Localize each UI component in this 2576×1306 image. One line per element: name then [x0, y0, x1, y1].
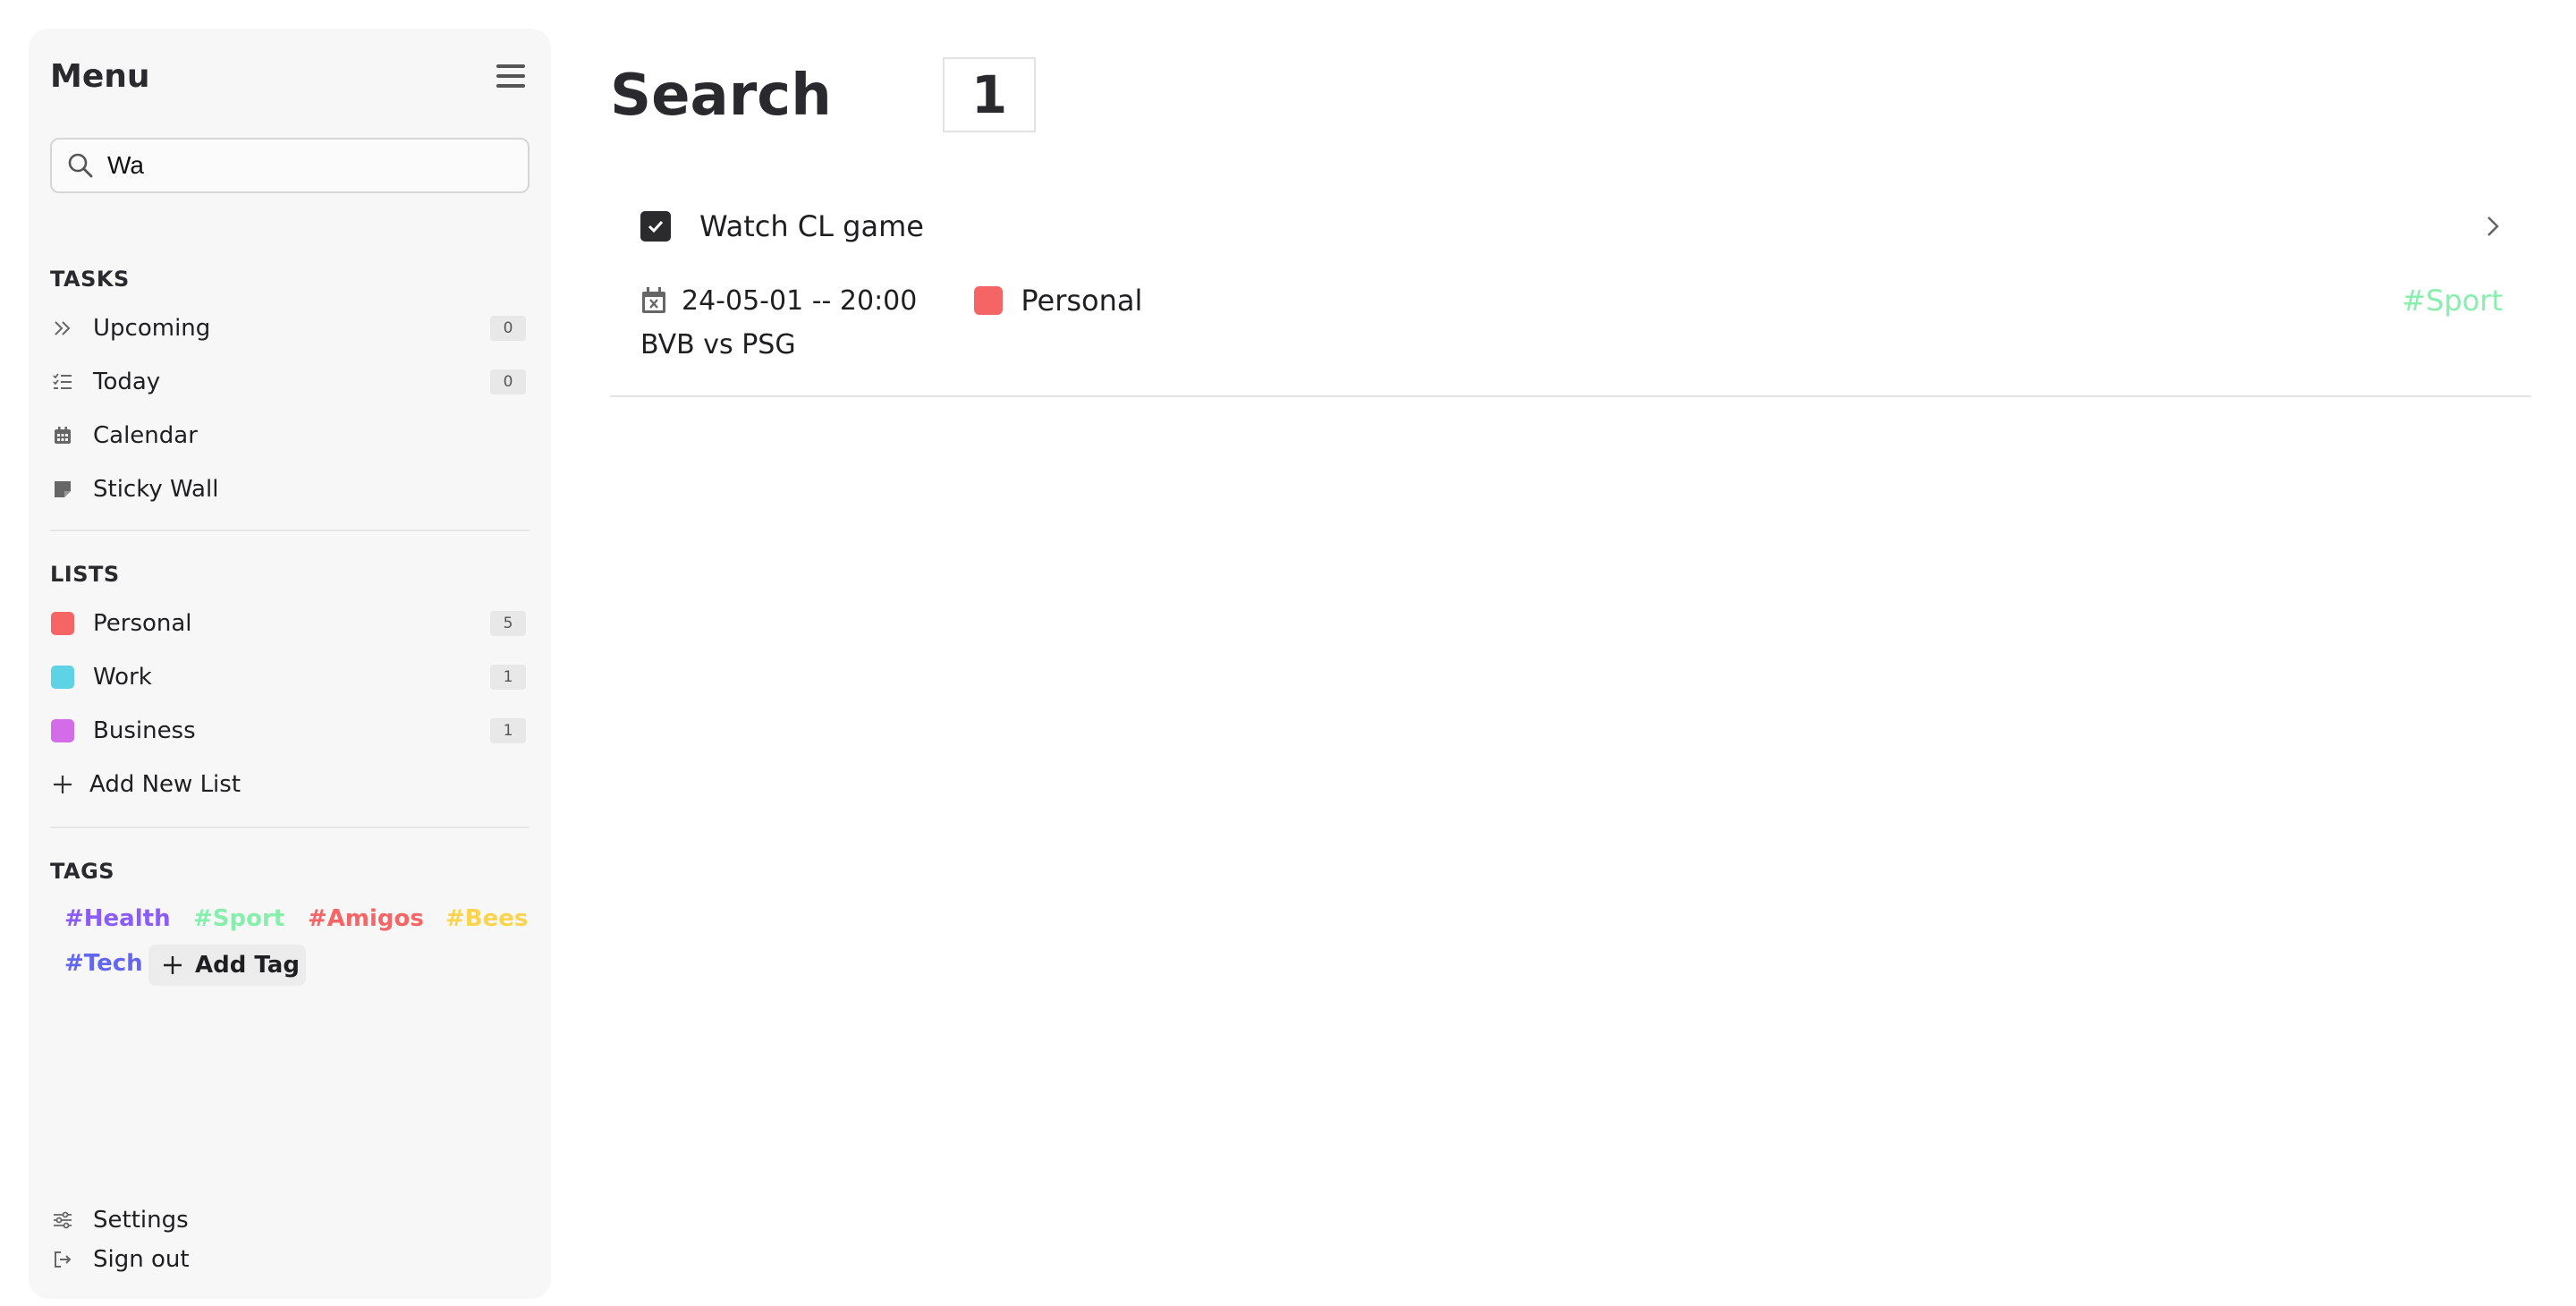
- sign-out-icon: [50, 1247, 75, 1272]
- count-badge: 0: [490, 369, 526, 394]
- tag-bees[interactable]: #Bees: [445, 905, 528, 932]
- sidebar-item-label: Business: [93, 717, 196, 744]
- settings-button[interactable]: Settings: [50, 1202, 189, 1238]
- list-color-dot: [51, 612, 74, 635]
- search-box[interactable]: [50, 138, 530, 193]
- add-tag-button[interactable]: Add Tag: [148, 945, 306, 986]
- task-list-name: Personal: [1021, 284, 1143, 318]
- calendar-x-icon: [642, 287, 665, 313]
- sidebar-item-label: Today: [93, 369, 161, 395]
- count-badge: 1: [490, 665, 526, 690]
- task-due-date: 24-05-01 -- 20:00: [682, 284, 918, 317]
- sidebar-item-label: Upcoming: [93, 315, 211, 342]
- list-color-dot: [51, 666, 74, 689]
- list-color-dot: [974, 286, 1004, 315]
- sidebar-item-personal[interactable]: Personal 5: [50, 601, 530, 646]
- sidebar: Menu TASKS Upcoming 0 Today 0: [29, 29, 551, 1299]
- task-checkbox[interactable]: [640, 211, 671, 242]
- sign-out-button[interactable]: Sign out: [50, 1242, 190, 1277]
- task-title: Watch CL game: [699, 209, 924, 243]
- plus-icon: [50, 772, 75, 797]
- hamburger-menu-icon[interactable]: [494, 62, 528, 90]
- task-row[interactable]: Watch CL game: [610, 184, 2531, 268]
- task-tag[interactable]: #Sport: [2402, 284, 2503, 318]
- divider: [50, 827, 530, 828]
- list-color-dot: [51, 719, 74, 742]
- checklist-icon: [50, 369, 75, 394]
- sidebar-item-upcoming[interactable]: Upcoming 0: [50, 306, 530, 351]
- count-badge: 0: [490, 316, 526, 341]
- add-new-list-button[interactable]: Add New List: [50, 762, 530, 807]
- tag-tech[interactable]: #Tech: [64, 950, 143, 977]
- sidebar-item-label: Personal: [93, 610, 192, 637]
- settings-label: Settings: [93, 1207, 189, 1234]
- sidebar-item-business[interactable]: Business 1: [50, 708, 530, 753]
- divider: [610, 395, 2531, 397]
- double-chevron-right-icon: [50, 316, 75, 341]
- count-badge: 5: [490, 611, 526, 636]
- search-input[interactable]: [107, 151, 501, 180]
- divider: [50, 530, 530, 531]
- tag-amigos[interactable]: #Amigos: [308, 905, 424, 932]
- calendar-icon: [50, 423, 75, 448]
- sidebar-item-work[interactable]: Work 1: [50, 655, 530, 700]
- tag-health[interactable]: #Health: [64, 905, 171, 932]
- chevron-right-icon[interactable]: [2479, 213, 2506, 240]
- sticky-note-icon: [50, 477, 75, 502]
- count-badge: 1: [490, 718, 526, 743]
- sidebar-item-label: Work: [93, 664, 152, 691]
- sign-out-label: Sign out: [93, 1246, 190, 1273]
- page-title: Search: [610, 63, 832, 129]
- search-icon: [68, 153, 93, 178]
- menu-title: Menu: [50, 57, 150, 95]
- sidebar-item-sticky-wall[interactable]: Sticky Wall: [50, 467, 530, 512]
- plus-icon: [164, 956, 182, 974]
- sidebar-item-today[interactable]: Today 0: [50, 360, 530, 404]
- sidebar-item-label: Sticky Wall: [93, 476, 219, 503]
- checkmark-icon: [648, 220, 664, 233]
- sliders-icon: [50, 1208, 75, 1233]
- task-description: BVB vs PSG: [640, 329, 796, 360]
- lists-section-label: LISTS: [50, 562, 120, 587]
- add-tag-label: Add Tag: [195, 952, 300, 979]
- result-count-badge: 1: [943, 57, 1036, 132]
- sidebar-item-calendar[interactable]: Calendar: [50, 413, 530, 458]
- tasks-section-label: TASKS: [50, 267, 130, 292]
- sidebar-item-label: Calendar: [93, 422, 198, 449]
- tags-section-label: TAGS: [50, 859, 115, 884]
- menu-header: Menu: [50, 52, 530, 100]
- add-new-list-label: Add New List: [89, 771, 242, 798]
- task-meta: 24-05-01 -- 20:00 Personal #Sport: [640, 277, 2503, 324]
- tag-sport[interactable]: #Sport: [193, 905, 284, 932]
